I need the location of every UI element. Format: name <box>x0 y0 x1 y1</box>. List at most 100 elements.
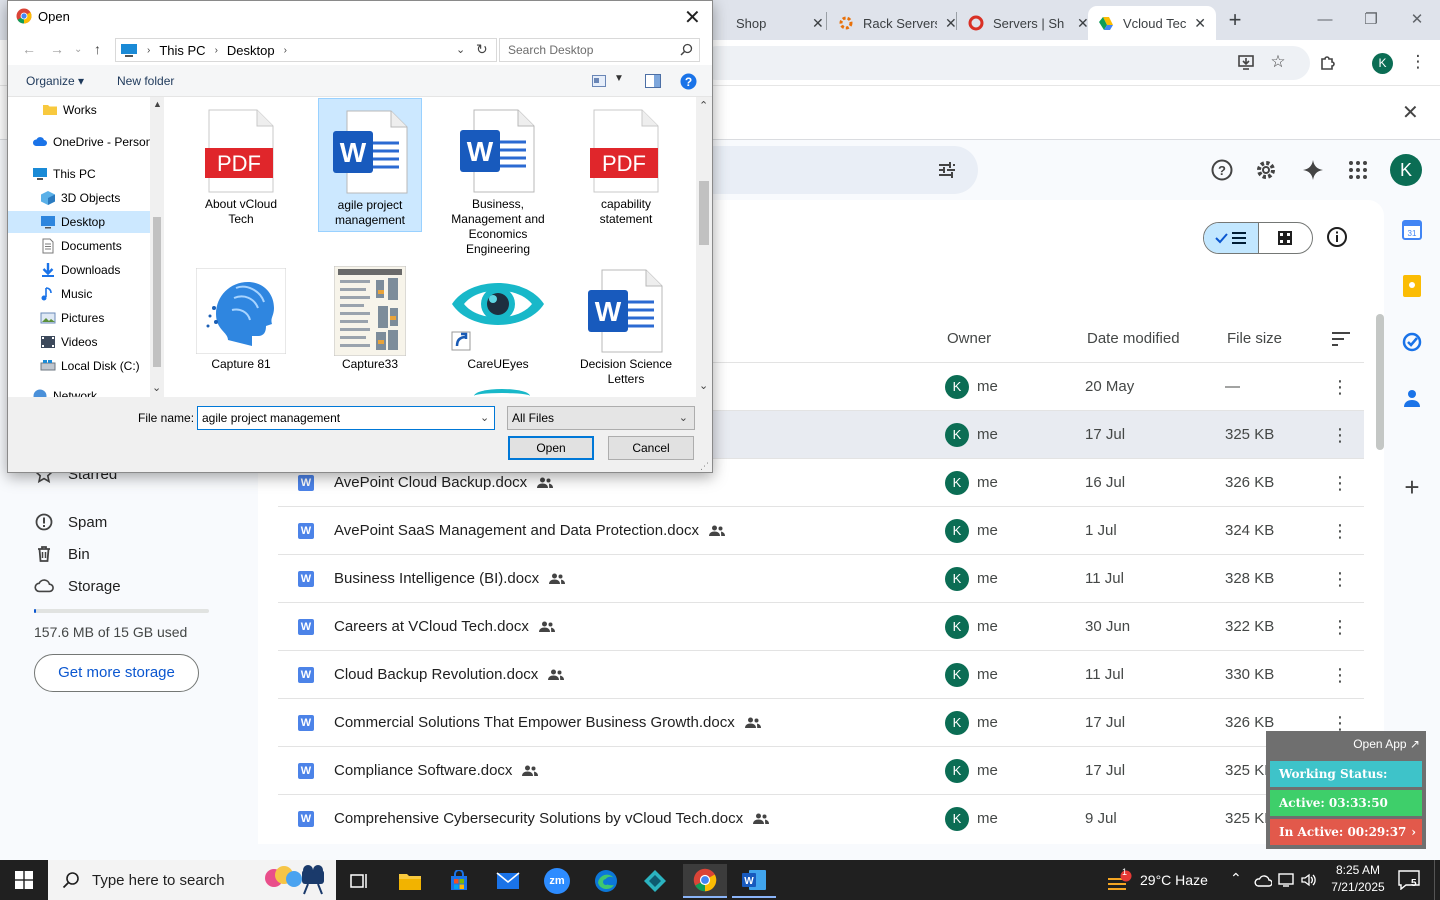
taskbar-mail[interactable] <box>486 864 530 898</box>
table-row[interactable]: W AvePoint SaaS Management and Data Prote… <box>278 506 1364 554</box>
scroll-down-icon[interactable]: ⌄ <box>699 379 708 392</box>
close-tab-icon[interactable]: ✕ <box>1077 15 1089 32</box>
details-info-icon[interactable] <box>1326 226 1348 248</box>
show-desktop-button[interactable] <box>1434 860 1440 900</box>
nav-pane-item[interactable]: Music <box>40 283 92 305</box>
onedrive-tray-icon[interactable] <box>1254 872 1272 888</box>
clock-date[interactable]: 7/21/2025 <box>1318 880 1398 894</box>
more-actions-icon[interactable]: ⋮ <box>1330 519 1350 543</box>
maximize-button[interactable]: ❐ <box>1356 8 1386 32</box>
tab-shop[interactable]: Shop ✕ <box>706 6 834 40</box>
browser-menu-icon[interactable]: ⋮ <box>1406 50 1430 74</box>
open-button[interactable]: Open <box>508 436 594 460</box>
file-tile[interactable]: W Business, Management and Economics Engi… <box>446 105 550 260</box>
taskbar-zoom[interactable]: zm <box>535 864 579 898</box>
taskbar-microsoft-store[interactable] <box>437 864 481 898</box>
search-options-icon[interactable] <box>936 159 958 181</box>
file-tile[interactable]: Capture 81 <box>189 265 293 375</box>
start-button[interactable] <box>0 860 48 900</box>
nav-pane-item[interactable]: Local Disk (C:) <box>40 355 140 377</box>
refresh-icon[interactable]: ↻ <box>476 41 488 58</box>
nav-pane-item[interactable]: Documents <box>40 235 122 257</box>
new-tab-button[interactable]: + <box>1222 8 1248 34</box>
file-tile[interactable]: Wagile project management <box>318 98 422 232</box>
taskbar-edge[interactable] <box>584 864 628 898</box>
list-view-button[interactable] <box>1204 223 1259 253</box>
new-folder-button[interactable]: New folder <box>117 74 174 88</box>
keep-app-icon[interactable] <box>1400 274 1424 298</box>
nav-pane-item[interactable]: 3D Objects <box>40 187 120 209</box>
install-app-icon[interactable] <box>1234 50 1258 74</box>
more-actions-icon[interactable]: ⋮ <box>1330 615 1350 639</box>
tasks-app-icon[interactable] <box>1400 330 1424 354</box>
weather-haze-icon[interactable] <box>1106 870 1134 892</box>
dialog-close-button[interactable]: ✕ <box>684 5 701 30</box>
preview-pane-icon[interactable] <box>645 74 661 88</box>
file-type-select[interactable]: All Files ⌄ <box>507 406 695 430</box>
file-view-scroll-thumb[interactable] <box>699 181 709 245</box>
table-row[interactable]: W Comprehensive Cybersecurity Solutions b… <box>278 794 1364 842</box>
account-avatar[interactable]: K <box>1390 154 1422 186</box>
nav-pane-item[interactable]: Videos <box>40 331 97 353</box>
column-header-owner[interactable]: Owner <box>947 330 991 347</box>
extensions-icon[interactable] <box>1316 50 1340 74</box>
file-tile[interactable]: Capture33 <box>318 265 422 375</box>
taskbar-file-explorer[interactable] <box>388 864 432 898</box>
breadcrumb-desktop[interactable]: Desktop <box>227 43 275 58</box>
recent-locations-chevron-icon[interactable]: ⌄ <box>74 44 82 55</box>
nav-pane-item[interactable]: Pictures <box>40 307 104 329</box>
close-infobar-icon[interactable]: ✕ <box>1402 100 1419 125</box>
file-tile[interactable]: PDF About vCloud Tech <box>189 105 293 230</box>
cancel-button[interactable]: Cancel <box>608 436 694 460</box>
navigation-pane-scrollbar[interactable]: ▲ ⌄ <box>150 97 164 397</box>
minimize-button[interactable]: — <box>1310 8 1340 32</box>
page-scrollbar-thumb[interactable] <box>1376 314 1384 450</box>
contacts-app-icon[interactable] <box>1400 386 1424 410</box>
tab-servers[interactable]: Servers | Sh ✕ <box>958 6 1099 40</box>
table-row[interactable]: W Commercial Solutions That Empower Busin… <box>278 698 1364 746</box>
scroll-up-icon[interactable]: ⌃ <box>699 99 708 112</box>
profile-avatar[interactable]: K <box>1372 53 1393 74</box>
file-name-dropdown-icon[interactable]: ⌄ <box>480 411 489 424</box>
help-icon[interactable]: ? <box>1209 157 1235 183</box>
file-tile[interactable]: W Decision Science Letters <box>574 265 678 390</box>
close-tab-icon[interactable]: ✕ <box>1194 15 1206 32</box>
table-row[interactable]: W Careers at VCloud Tech.docx Kme 30 Jun 322… <box>278 602 1364 650</box>
taskbar-word[interactable]: W <box>732 864 776 898</box>
apps-grid-icon[interactable] <box>1345 157 1371 183</box>
sort-options-icon[interactable] <box>1330 330 1352 348</box>
nav-pane-item[interactable]: Desktop <box>8 211 150 233</box>
more-actions-icon[interactable]: ⋮ <box>1330 375 1350 399</box>
help-icon[interactable]: ? <box>680 73 697 90</box>
table-row[interactable]: W Business Intelligence (BI).docx Kme 11 Ju… <box>278 554 1364 602</box>
nav-spam[interactable]: Spam <box>34 510 107 534</box>
table-row[interactable]: W Cloud Backup Revolution.docx Kme 11 Jul 33… <box>278 650 1364 698</box>
more-actions-icon[interactable]: ⋮ <box>1330 663 1350 687</box>
scroll-up-icon[interactable]: ▲ <box>153 99 162 109</box>
table-row[interactable]: W Compliance Software.docx Kme 17 Jul 325 KB… <box>278 746 1364 794</box>
address-bar[interactable] <box>700 46 1310 80</box>
more-actions-icon[interactable]: ⋮ <box>1330 423 1350 447</box>
address-dropdown-icon[interactable]: ⌄ <box>456 43 465 56</box>
nav-pane-item[interactable]: Network <box>32 385 97 397</box>
close-tab-icon[interactable]: ✕ <box>812 15 824 32</box>
nav-pane-item[interactable]: This PC <box>32 163 96 185</box>
add-addon-icon[interactable]: + <box>1400 472 1424 502</box>
nav-storage[interactable]: Storage <box>34 574 121 598</box>
address-breadcrumb[interactable]: › This PC › Desktop › ⌄ ↻ <box>115 38 497 62</box>
task-view-button[interactable] <box>337 864 381 898</box>
tab-rack-servers[interactable]: Rack Servers ✕ <box>828 6 967 40</box>
volume-tray-icon[interactable] <box>1300 872 1318 888</box>
column-header-file-size[interactable]: File size <box>1227 330 1282 347</box>
calendar-app-icon[interactable]: 31 <box>1400 218 1424 242</box>
nav-pane-item[interactable]: OneDrive - Personal <box>32 131 150 153</box>
file-view-scrollbar[interactable]: ⌃ ⌄ <box>696 97 712 397</box>
up-arrow-icon[interactable]: ↑ <box>94 41 101 57</box>
file-name-input[interactable] <box>197 406 495 430</box>
bookmark-star-icon[interactable]: ☆ <box>1266 50 1290 74</box>
more-actions-icon[interactable]: ⋮ <box>1330 567 1350 591</box>
more-actions-icon[interactable]: ⋮ <box>1330 471 1350 495</box>
view-dropdown-icon[interactable]: ▼ <box>614 73 624 84</box>
resize-grip-icon[interactable]: ⋰ <box>700 461 709 472</box>
scroll-down-icon[interactable]: ⌄ <box>152 381 161 394</box>
